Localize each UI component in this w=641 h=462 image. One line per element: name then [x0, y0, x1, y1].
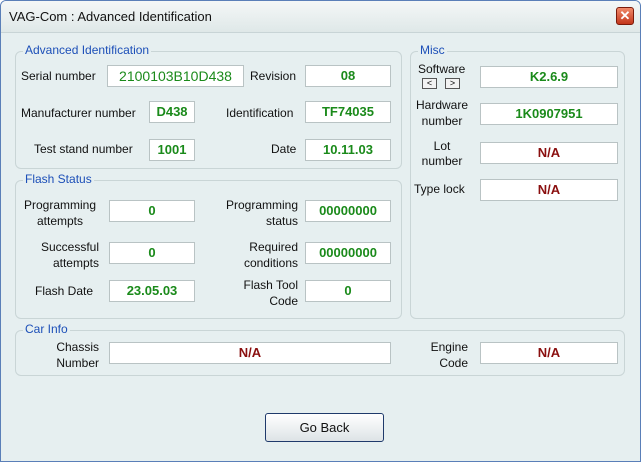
programming-attempts-field[interactable]: 0: [109, 200, 195, 222]
programming-attempts-label-line1: Programming: [23, 198, 97, 212]
group-label: Flash Status: [23, 172, 94, 186]
title-bar[interactable]: VAG-Com : Advanced Identification ✕: [1, 1, 640, 33]
engine-code-label-line1: Engine: [430, 340, 468, 354]
hardware-number-label-line1: Hardware: [415, 98, 469, 112]
programming-status-label-line2: status: [265, 214, 298, 228]
flash-tool-code-field[interactable]: 0: [305, 280, 391, 302]
chassis-number-field[interactable]: N/A: [109, 342, 391, 364]
software-prev-button[interactable]: <: [422, 78, 437, 89]
identification-field[interactable]: TF74035: [305, 101, 391, 123]
engine-code-label-line2: Code: [439, 356, 468, 370]
revision-label: Revision: [250, 69, 297, 83]
group-label: Advanced Identification: [23, 43, 152, 57]
lot-number-label-line2: number: [421, 154, 463, 168]
flash-date-label: Flash Date: [35, 284, 94, 298]
group-label: Car Info: [23, 322, 70, 336]
programming-attempts-label-line2: attempts: [36, 214, 84, 228]
lot-number-label-line1: Lot: [433, 139, 451, 153]
identification-label: Identification: [226, 106, 294, 120]
advanced-identification-window: VAG-Com : Advanced Identification ✕ Adva…: [0, 0, 641, 462]
successful-attempts-field[interactable]: 0: [109, 242, 195, 264]
window-title: VAG-Com : Advanced Identification: [9, 9, 212, 24]
programming-status-field[interactable]: 00000000: [305, 200, 391, 222]
manufacturer-number-label: Manufacturer number: [21, 106, 136, 120]
software-label: Software: [418, 62, 466, 76]
type-lock-field[interactable]: N/A: [480, 179, 618, 201]
hardware-number-field[interactable]: 1K0907951: [480, 103, 618, 125]
flash-tool-code-label-line1: Flash Tool: [243, 278, 298, 292]
date-label: Date: [271, 142, 297, 156]
serial-number-field[interactable]: 2100103B10D438: [107, 65, 244, 87]
group-label: Misc: [418, 43, 447, 57]
flash-tool-code-label-line2: Code: [269, 294, 298, 308]
flash-date-field[interactable]: 23.05.03: [109, 280, 195, 302]
programming-status-label-line1: Programming: [225, 198, 298, 212]
required-conditions-label-line1: Required: [249, 240, 298, 254]
date-field[interactable]: 10.11.03: [305, 139, 391, 161]
required-conditions-label-line2: conditions: [243, 256, 298, 270]
successful-attempts-label-line1: Successful: [40, 240, 99, 254]
go-back-button[interactable]: Go Back: [265, 413, 384, 442]
lot-number-field[interactable]: N/A: [480, 142, 618, 164]
serial-number-label: Serial number: [21, 69, 96, 83]
engine-code-field[interactable]: N/A: [480, 342, 618, 364]
revision-field[interactable]: 08: [305, 65, 391, 87]
hardware-number-label-line2: number: [421, 114, 463, 128]
chassis-number-label-line2: Number: [56, 356, 99, 370]
software-field[interactable]: K2.6.9: [480, 66, 618, 88]
chassis-number-label-line1: Chassis: [56, 340, 99, 354]
test-stand-number-label: Test stand number: [34, 142, 133, 156]
successful-attempts-label-line2: attempts: [52, 256, 99, 270]
required-conditions-field[interactable]: 00000000: [305, 242, 391, 264]
close-icon[interactable]: ✕: [616, 7, 634, 25]
manufacturer-number-field[interactable]: D438: [149, 101, 195, 123]
type-lock-label: Type lock: [414, 182, 465, 196]
software-next-button[interactable]: >: [445, 78, 460, 89]
test-stand-number-field[interactable]: 1001: [149, 139, 195, 161]
